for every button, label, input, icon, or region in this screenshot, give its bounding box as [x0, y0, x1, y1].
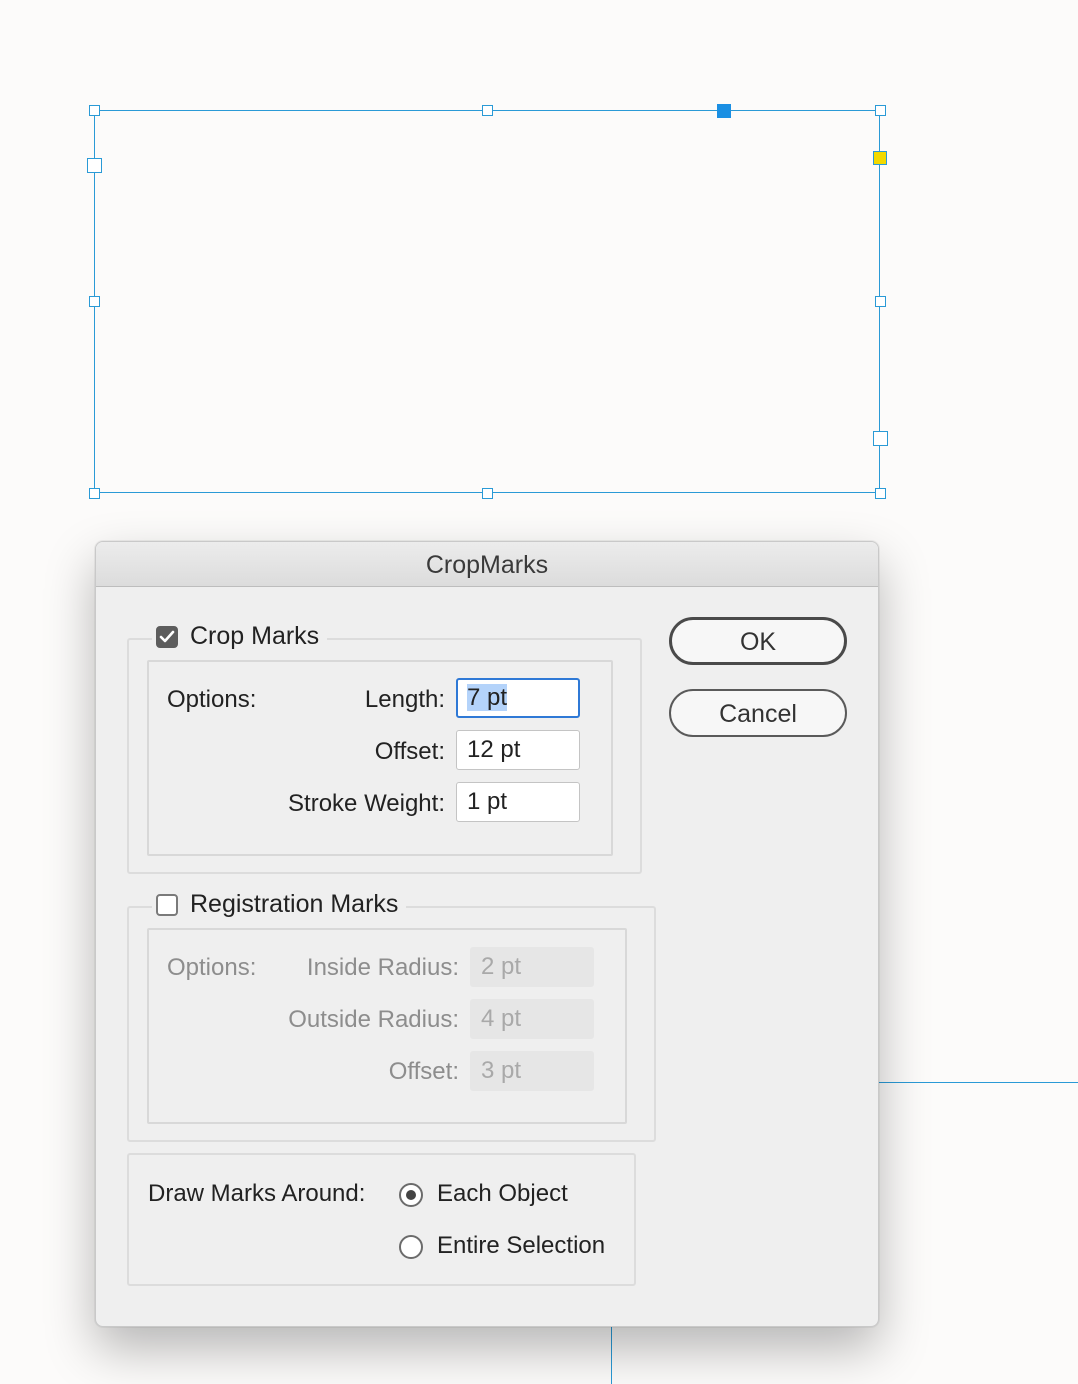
entire-selection-label[interactable]: Entire Selection — [437, 1232, 605, 1260]
handle-top-middle[interactable] — [482, 105, 493, 116]
crop-offset-input[interactable]: 12 pt — [456, 730, 580, 770]
outside-radius-label: Outside Radius: — [288, 1006, 459, 1033]
ok-button[interactable]: OK — [669, 617, 847, 665]
registration-marks-toggle[interactable]: Registration Marks — [152, 890, 407, 919]
inside-radius-input[interactable]: 2 pt — [470, 947, 594, 987]
length-input[interactable]: 7 pt — [456, 678, 580, 718]
outside-radius-input[interactable]: 4 pt — [470, 999, 594, 1039]
crop-marks-label: Crop Marks — [190, 622, 320, 650]
handle-middle-right[interactable] — [875, 296, 886, 307]
cancel-button[interactable]: Cancel — [669, 689, 847, 737]
selected-object-frame[interactable] — [94, 110, 880, 493]
handle-anchor-point[interactable] — [717, 104, 731, 118]
crop-marks-toggle[interactable]: Crop Marks — [152, 622, 328, 651]
handle-middle-left[interactable] — [89, 296, 100, 307]
handle-top-right[interactable] — [875, 105, 886, 116]
guide-line-vertical — [611, 1326, 612, 1384]
cropmarks-dialog: CropMarks Crop Marks Options: Length: 7 … — [95, 541, 879, 1327]
registration-marks-checkbox[interactable] — [156, 893, 178, 916]
entire-selection-radio[interactable] — [399, 1235, 423, 1259]
crop-marks-checkbox[interactable] — [156, 625, 178, 648]
length-value: 7 pt — [467, 684, 508, 711]
crop-options-label: Options: — [167, 686, 257, 713]
handle-bottom-middle[interactable] — [482, 488, 493, 499]
handle-bottom-left[interactable] — [89, 488, 100, 499]
crop-offset-label: Offset: — [374, 738, 445, 765]
handle-left-upper[interactable] — [87, 158, 102, 173]
draw-marks-label: Draw Marks Around: — [148, 1180, 366, 1207]
handle-bottom-right[interactable] — [875, 488, 886, 499]
draw-marks-group — [127, 1153, 636, 1286]
length-label: Length: — [364, 686, 445, 713]
handle-top-left[interactable] — [89, 105, 100, 116]
inside-radius-label: Inside Radius: — [306, 954, 459, 981]
handle-center-point[interactable] — [873, 151, 887, 165]
registration-options-label: Options: — [167, 954, 257, 981]
each-object-radio[interactable] — [399, 1183, 423, 1207]
stroke-weight-label: Stroke Weight: — [288, 790, 445, 817]
checkmark-icon — [159, 630, 175, 642]
dialog-title: CropMarks — [96, 542, 878, 587]
stroke-weight-input[interactable]: 1 pt — [456, 782, 580, 822]
each-object-label[interactable]: Each Object — [437, 1180, 568, 1208]
registration-marks-label: Registration Marks — [190, 890, 399, 918]
registration-offset-label: Offset: — [388, 1058, 459, 1085]
registration-offset-input[interactable]: 3 pt — [470, 1051, 594, 1091]
handle-right-lower[interactable] — [873, 431, 888, 446]
guide-line-horizontal — [878, 1082, 1078, 1083]
